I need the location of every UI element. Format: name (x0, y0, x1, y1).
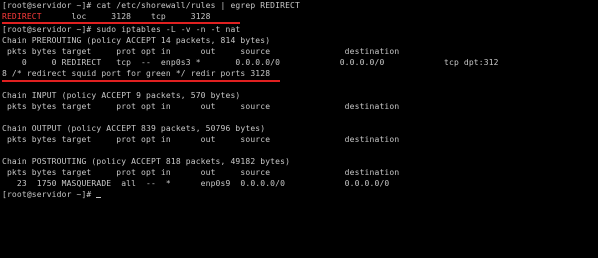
text-cursor (96, 197, 102, 198)
chain-input-header: Chain INPUT (policy ACCEPT 9 packets, 57… (2, 91, 241, 100)
postrouting-masquerade-row: 23 1750 MASQUERADE all -- * enp0s9 0.0.0… (2, 179, 390, 188)
terminal-line-iptables-command: [root@servidor ~]# sudo iptables -L -v -… (2, 25, 241, 34)
chain-postrouting-header: Chain POSTROUTING (policy ACCEPT 818 pac… (2, 157, 291, 166)
chain-prerouting-header: Chain PREROUTING (policy ACCEPT 14 packe… (2, 36, 271, 45)
terminal-window[interactable]: [root@servidor ~]# cat /etc/shorewall/ru… (0, 0, 598, 258)
page-background (0, 258, 598, 262)
red-underline-redirect (2, 80, 280, 82)
prerouting-redirect-row-continued: 8 /* redirect squid port for green */ re… (2, 69, 271, 78)
prerouting-redirect-row: 0 0 REDIRECT tcp -- enp0s3 * 0.0.0.0/0 0… (2, 58, 499, 67)
terminal-line-cat-command: [root@servidor ~]# cat /etc/shorewall/ru… (2, 1, 300, 10)
terminal-prompt[interactable]: [root@servidor ~]# (2, 189, 102, 200)
chain-output-header: Chain OUTPUT (policy ACCEPT 839 packets,… (2, 124, 266, 133)
table-column-header: pkts bytes target prot opt in out source… (2, 102, 400, 111)
terminal-line-shorewall-rule: REDIRECT loc 3128 tcp 3128 (2, 12, 211, 21)
table-column-header: pkts bytes target prot opt in out source… (2, 135, 400, 144)
table-column-header: pkts bytes target prot opt in out source… (2, 168, 400, 177)
table-column-header: pkts bytes target prot opt in out source… (2, 47, 400, 56)
redirect-keyword: REDIRECT (2, 12, 42, 21)
